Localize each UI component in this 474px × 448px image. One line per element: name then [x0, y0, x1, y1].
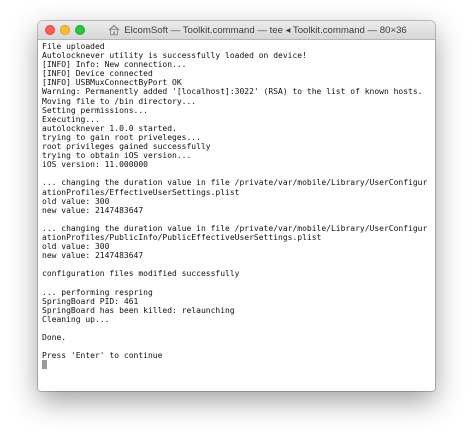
zoom-icon[interactable] [75, 25, 85, 35]
terminal-line: [INFO] Device connected [42, 69, 153, 79]
terminal-line: File uploaded [42, 42, 105, 51]
terminal-line: ... performing respring [42, 287, 153, 297]
home-folder-icon [108, 24, 120, 36]
terminal-line: iOS version: 11.000000 [42, 160, 148, 170]
terminal-line: new value: 2147483647 [42, 251, 144, 261]
terminal-output[interactable]: File uploaded Autolocknever utility is su… [42, 42, 430, 370]
terminal-line: old value: 300 [42, 196, 110, 206]
terminal-line: trying to obtain iOS version... [42, 151, 192, 161]
terminal-line: Setting permissions... [42, 105, 148, 115]
terminal-content[interactable]: File uploaded Autolocknever utility is su… [38, 40, 435, 391]
terminal-line: [INFO] USBMuxConnectByPort OK [42, 78, 182, 88]
terminal-line: Executing... [42, 114, 100, 124]
terminal-line: ationProfiles/EffectiveUserSettings.plis… [42, 187, 240, 197]
terminal-line: ationProfiles/PublicInfo/PublicEffective… [42, 232, 322, 242]
terminal-line: Moving file to /bin directory... [42, 96, 197, 106]
text-cursor [42, 360, 47, 370]
window-title: ElcomSoft — Toolkit.command — tee ◂ Tool… [124, 24, 407, 36]
window-title-group: ElcomSoft — Toolkit.command — tee ◂ Tool… [86, 21, 429, 39]
terminal-line: Press 'Enter' to continue [42, 351, 163, 361]
minimize-icon[interactable] [60, 25, 70, 35]
terminal-line: trying to gain root priveleges... [42, 132, 201, 142]
close-icon[interactable] [45, 25, 55, 35]
terminal-line: autolocknever 1.0.0 started. [42, 123, 177, 133]
terminal-line: root privileges gained successfully [42, 142, 211, 152]
terminal-line: configuration files modified successfull… [42, 269, 240, 279]
terminal-line: old value: 300 [42, 242, 110, 252]
terminal-line: ... changing the duration value in file … [42, 178, 428, 188]
terminal-line: Autolocknever utility is successfully lo… [42, 51, 307, 61]
cursor-line [42, 360, 430, 370]
terminal-line: [INFO] Info: New connection... [42, 60, 187, 70]
terminal-line: Warning: Permanently added '[localhost]:… [42, 87, 423, 97]
terminal-window: ElcomSoft — Toolkit.command — tee ◂ Tool… [38, 21, 435, 391]
terminal-line: new value: 2147483647 [42, 205, 144, 215]
title-bar[interactable]: ElcomSoft — Toolkit.command — tee ◂ Tool… [38, 21, 435, 40]
terminal-line: SpringBoard has been killed: relaunching [42, 305, 235, 315]
terminal-line: SpringBoard PID: 461 [42, 296, 139, 306]
terminal-line: ... changing the duration value in file … [42, 223, 428, 233]
terminal-line: Cleaning up... [42, 314, 110, 324]
terminal-line: Done. [42, 333, 67, 342]
